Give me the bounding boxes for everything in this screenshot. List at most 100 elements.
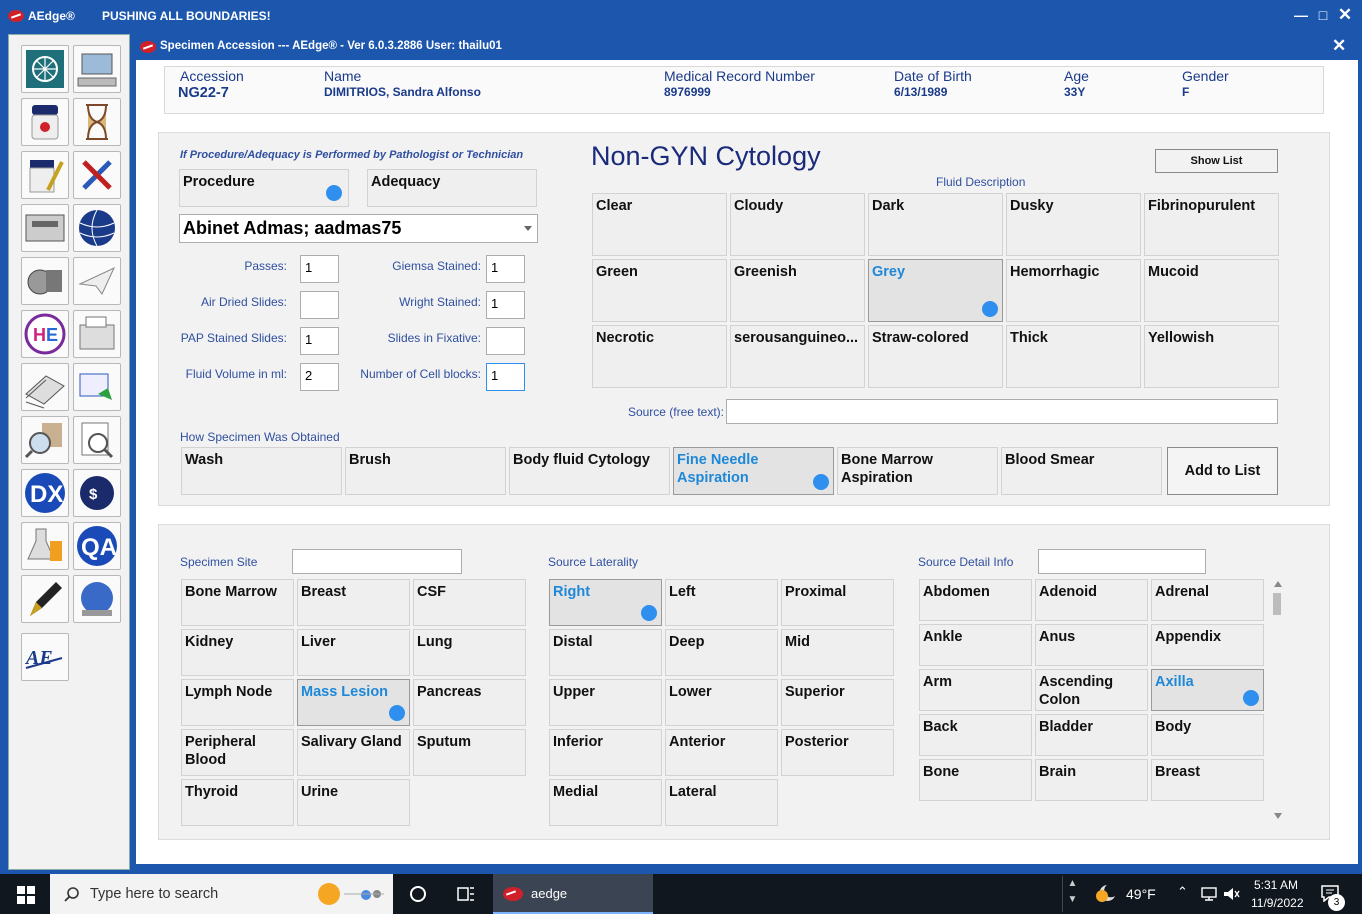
site-lymph-node[interactable]: Lymph Node: [181, 679, 294, 726]
method-blood-smear[interactable]: Blood Smear: [1001, 447, 1162, 495]
site-breast[interactable]: Breast: [297, 579, 410, 626]
dx-icon[interactable]: DX: [21, 469, 69, 517]
procedure-button[interactable]: Procedure: [179, 169, 349, 207]
site-pancreas[interactable]: Pancreas: [413, 679, 526, 726]
document-search-icon[interactable]: [73, 416, 121, 464]
fax-icon[interactable]: [73, 310, 121, 358]
fluid-grey[interactable]: Grey: [868, 259, 1003, 322]
laterality-inferior[interactable]: Inferior: [549, 729, 662, 776]
detail-body[interactable]: Body: [1151, 714, 1264, 756]
detail-bladder[interactable]: Bladder: [1035, 714, 1148, 756]
site-salivary-gland[interactable]: Salivary Gland: [297, 729, 410, 776]
billing-icon[interactable]: $: [73, 469, 121, 517]
site-peripheral-blood[interactable]: Peripheral Blood: [181, 729, 294, 776]
detail-adrenal[interactable]: Adrenal: [1151, 579, 1264, 621]
chevron-up-icon[interactable]: ⌃: [1177, 884, 1188, 900]
fluid-straw-colored[interactable]: Straw-colored: [868, 325, 1003, 388]
laterality-left[interactable]: Left: [665, 579, 778, 626]
wright-input[interactable]: 1: [486, 291, 525, 319]
pap-input[interactable]: 1: [300, 327, 339, 355]
cellblocks-input[interactable]: 1: [486, 363, 525, 391]
fluid-greenish[interactable]: Greenish: [730, 259, 865, 322]
window-close-icon[interactable]: ✕: [1332, 36, 1346, 56]
fluid-green[interactable]: Green: [592, 259, 727, 322]
laterality-deep[interactable]: Deep: [665, 629, 778, 676]
site-mass-lesion[interactable]: Mass Lesion: [297, 679, 410, 726]
send-icon[interactable]: [73, 257, 121, 305]
maximize-icon[interactable]: □: [1314, 6, 1332, 24]
fluid-dusky[interactable]: Dusky: [1006, 193, 1141, 256]
laterality-distal[interactable]: Distal: [549, 629, 662, 676]
laterality-lower[interactable]: Lower: [665, 679, 778, 726]
laterality-right[interactable]: Right: [549, 579, 662, 626]
detail-input[interactable]: [1038, 549, 1206, 574]
aedge-dx-logo-icon[interactable]: AE: [21, 633, 69, 681]
site-sputum[interactable]: Sputum: [413, 729, 526, 776]
fluid-hemorrhagic[interactable]: Hemorrhagic: [1006, 259, 1141, 322]
network-icon[interactable]: [21, 45, 69, 93]
method-brush[interactable]: Brush: [345, 447, 506, 495]
detail-scrollbar[interactable]: [1271, 581, 1283, 821]
lab-flask-icon[interactable]: [21, 522, 69, 570]
method-body-fluid-cytology[interactable]: Body fluid Cytology: [509, 447, 670, 495]
web-globe-icon[interactable]: [73, 575, 121, 623]
fluid-serousanguineo[interactable]: serousanguineo...: [730, 325, 865, 388]
site-kidney[interactable]: Kidney: [181, 629, 294, 676]
adequacy-button[interactable]: Adequacy: [367, 169, 537, 207]
computer-icon[interactable]: [73, 45, 121, 93]
performer-select[interactable]: Abinet Admas; aadmas75: [179, 214, 538, 243]
slides-stack-icon[interactable]: [21, 363, 69, 411]
fluid-fibrinopurulent[interactable]: Fibrinopurulent: [1144, 193, 1279, 256]
microtome-icon[interactable]: [21, 257, 69, 305]
site-urine[interactable]: Urine: [297, 779, 410, 826]
site-liver[interactable]: Liver: [297, 629, 410, 676]
laterality-medial[interactable]: Medial: [549, 779, 662, 826]
detail-appendix[interactable]: Appendix: [1151, 624, 1264, 666]
hourglass-icon[interactable]: [73, 98, 121, 146]
giemsa-input[interactable]: 1: [486, 255, 525, 283]
detail-abdomen[interactable]: Abdomen: [919, 579, 1032, 621]
windows-start-icon[interactable]: [17, 886, 35, 904]
scroll-down-icon[interactable]: [1274, 813, 1282, 819]
tools-icon[interactable]: [73, 151, 121, 199]
magnify-icon[interactable]: [21, 416, 69, 464]
method-wash[interactable]: Wash: [181, 447, 342, 495]
show-list-button[interactable]: Show List: [1155, 149, 1278, 173]
site-thyroid[interactable]: Thyroid: [181, 779, 294, 826]
laterality-upper[interactable]: Upper: [549, 679, 662, 726]
globe-icon[interactable]: [73, 204, 121, 252]
laterality-anterior[interactable]: Anterior: [665, 729, 778, 776]
minimize-icon[interactable]: —: [1292, 6, 1310, 24]
airdried-input[interactable]: [300, 291, 339, 319]
detail-breast[interactable]: Breast: [1151, 759, 1264, 801]
pen-icon[interactable]: [21, 575, 69, 623]
close-icon[interactable]: ✕: [1336, 6, 1354, 24]
add-to-list-button[interactable]: Add to List: [1167, 447, 1278, 495]
detail-axilla[interactable]: Axilla: [1151, 669, 1264, 711]
laterality-proximal[interactable]: Proximal: [781, 579, 894, 626]
method-fine-needle-aspiration[interactable]: Fine Needle Aspiration: [673, 447, 834, 495]
volume-input[interactable]: 2: [300, 363, 339, 391]
edit-jar-icon[interactable]: [21, 151, 69, 199]
source-input[interactable]: [726, 399, 1278, 424]
email-export-icon[interactable]: [73, 363, 121, 411]
detail-arm[interactable]: Arm: [919, 669, 1032, 711]
detail-adenoid[interactable]: Adenoid: [1035, 579, 1148, 621]
fluid-dark[interactable]: Dark: [868, 193, 1003, 256]
taskbar-search[interactable]: Type here to search: [50, 874, 393, 914]
qa-icon[interactable]: QA: [73, 522, 121, 570]
laterality-posterior[interactable]: Posterior: [781, 729, 894, 776]
laterality-mid[interactable]: Mid: [781, 629, 894, 676]
site-csf[interactable]: CSF: [413, 579, 526, 626]
task-view-icon[interactable]: [410, 886, 426, 902]
detail-back[interactable]: Back: [919, 714, 1032, 756]
passes-input[interactable]: 1: [300, 255, 339, 283]
specimen-jar-icon[interactable]: [21, 98, 69, 146]
site-lung[interactable]: Lung: [413, 629, 526, 676]
tray-scroll[interactable]: ▲ ▼: [1062, 876, 1082, 912]
taskbar-app-aedge[interactable]: aedge: [493, 874, 653, 914]
method-bone-marrow-aspiration[interactable]: Bone Marrow Aspiration: [837, 447, 998, 495]
printer-device-icon[interactable]: [21, 204, 69, 252]
laterality-superior[interactable]: Superior: [781, 679, 894, 726]
detail-bone[interactable]: Bone: [919, 759, 1032, 801]
